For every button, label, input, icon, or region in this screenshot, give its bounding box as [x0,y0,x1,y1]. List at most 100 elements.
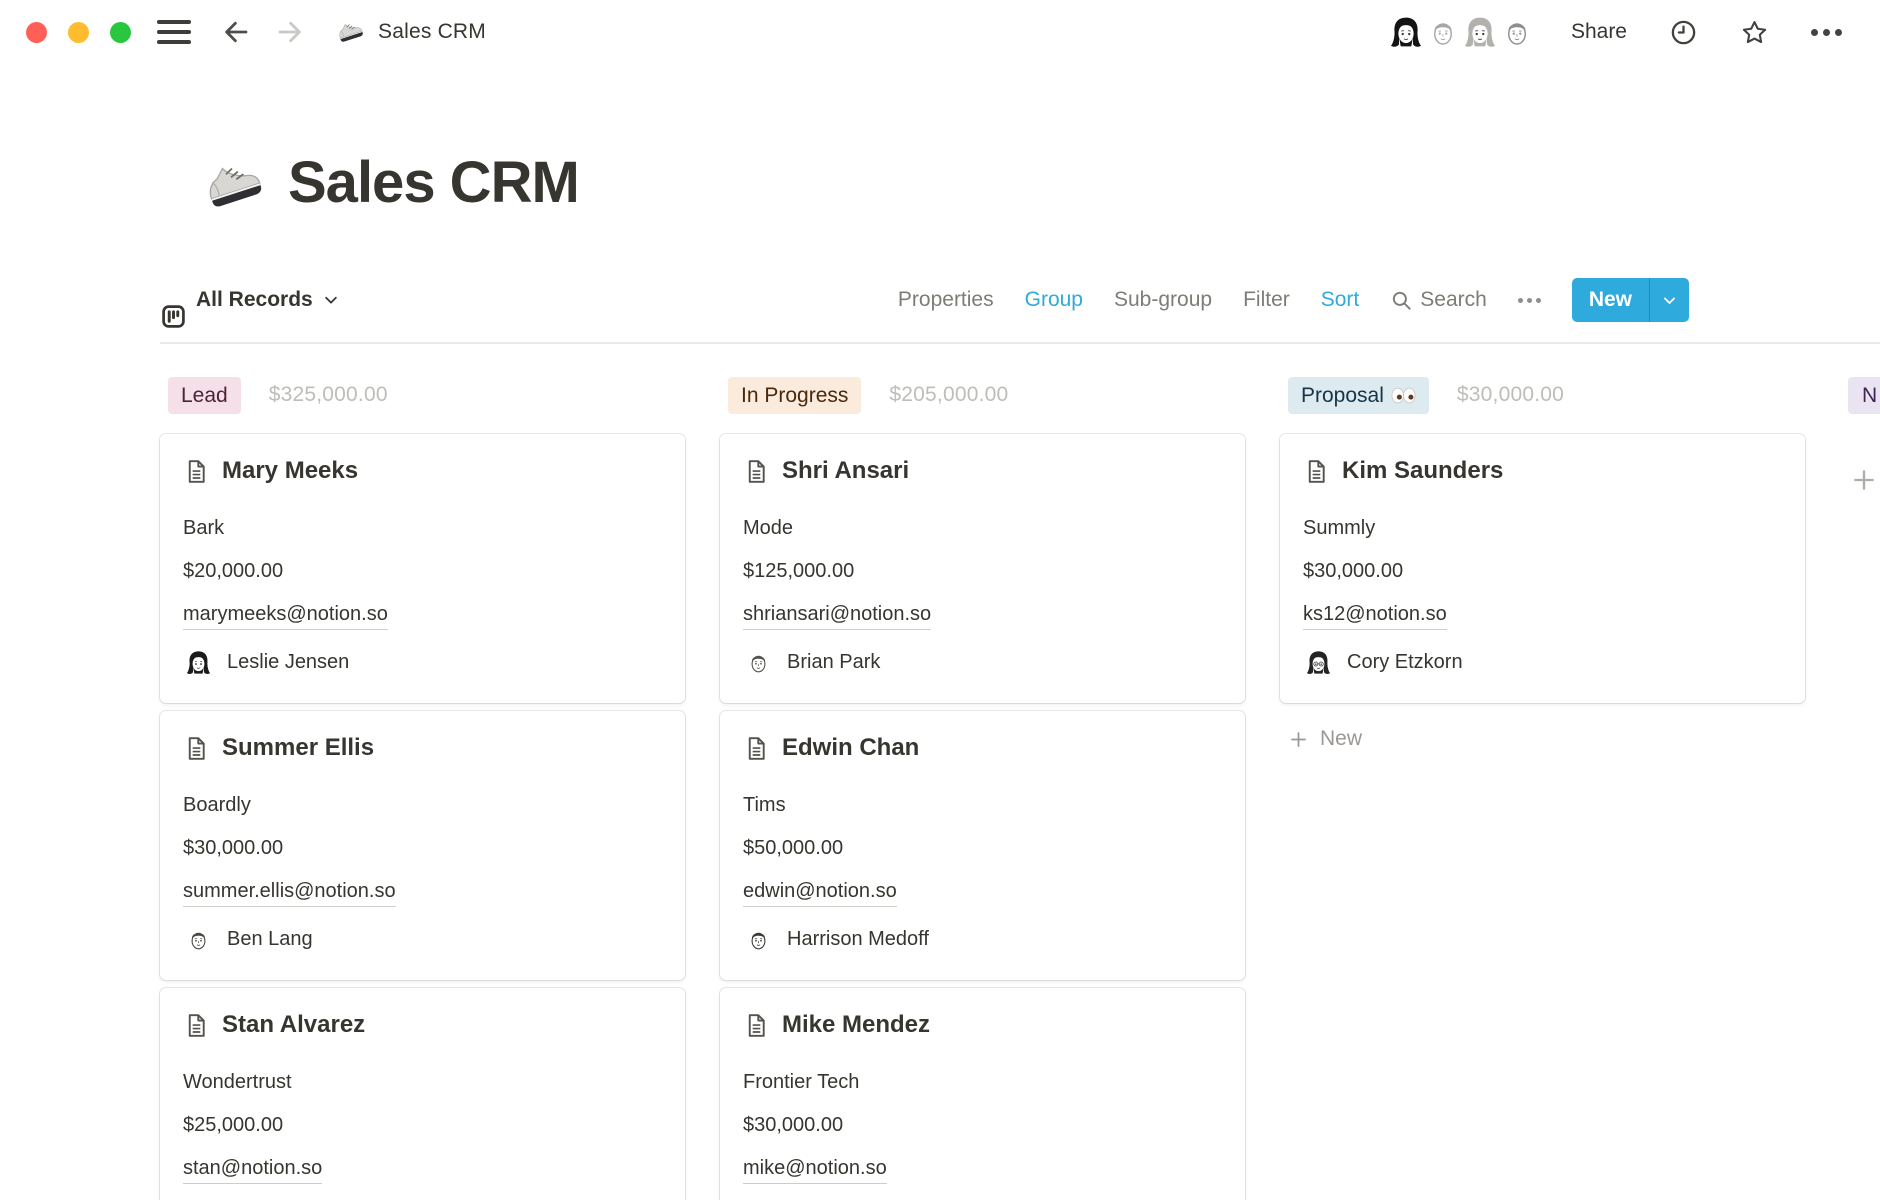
page-doc-icon [183,735,210,762]
assignee-avatar [183,647,214,678]
board-view-icon [160,303,187,330]
page-doc-icon [183,458,210,485]
new-record-button[interactable]: New [1572,278,1689,322]
subgroup-button[interactable]: Sub-group [1114,288,1212,312]
card-email-link[interactable]: marymeeks@notion.so [183,601,388,630]
card-company: Boardly [183,792,661,818]
card-amount: $125,000.00 [743,558,1221,584]
window-title: Sales CRM [378,20,486,44]
updates-clock-icon[interactable] [1669,18,1698,47]
collaborator-avatars[interactable] [1389,12,1537,52]
card-email-link[interactable]: edwin@notion.so [743,878,897,907]
new-button-label[interactable]: New [1572,278,1649,322]
sort-button[interactable]: Sort [1321,288,1360,312]
column-header: N [1840,377,1880,413]
card-name: Kim Saunders [1342,456,1503,486]
card-email-link[interactable]: mike@notion.so [743,1155,887,1184]
card-email-link[interactable]: ks12@notion.so [1303,601,1447,630]
card-amount: $30,000.00 [183,835,661,861]
search-label: Search [1420,288,1487,312]
card-amount: $50,000.00 [743,835,1221,861]
card-amount: $30,000.00 [1303,558,1781,584]
sneaker-icon[interactable] [200,152,266,218]
column-header: Proposal $30,000.00 [1280,377,1805,413]
card-name: Shri Ansari [782,456,909,486]
card-company: Mode [743,515,1221,541]
board-column-next-partial: N [1840,377,1880,499]
avatar[interactable] [1423,12,1463,52]
view-options-icon[interactable] [1518,298,1541,303]
record-card[interactable]: Mike Mendez Frontier Tech $30,000.00 mik… [720,988,1245,1200]
card-name: Edwin Chan [782,733,919,763]
window-controls [26,22,131,43]
assignee-name: Leslie Jensen [227,651,349,674]
page-title[interactable]: Sales CRM [288,148,579,218]
column-header: In Progress $205,000.00 [720,377,1245,413]
card-company: Bark [183,515,661,541]
card-company: Summly [1303,515,1781,541]
card-amount: $25,000.00 [183,1112,661,1138]
properties-button[interactable]: Properties [898,288,994,312]
page-doc-icon [743,1012,770,1039]
page-doc-icon [1303,458,1330,485]
page-header: Sales CRM [200,148,1880,218]
add-card-label: New [1320,727,1362,751]
record-card[interactable]: Kim Saunders Summly $30,000.00 ks12@noti… [1280,434,1805,703]
card-email-link[interactable]: stan@notion.so [183,1155,322,1184]
group-button[interactable]: Group [1025,288,1083,312]
card-email-link[interactable]: shriansari@notion.so [743,601,931,630]
assignee-name: Brian Park [787,651,880,674]
status-badge[interactable]: N [1848,377,1880,414]
add-card-plus-icon[interactable] [1850,466,1878,494]
assignee-name: Ben Lang [227,928,313,951]
record-card[interactable]: Stan Alvarez Wondertrust $25,000.00 stan… [160,988,685,1200]
status-badge[interactable]: Lead [168,377,241,414]
card-amount: $30,000.00 [743,1112,1221,1138]
view-name: All Records [196,288,313,312]
avatar[interactable] [1460,12,1500,52]
record-card[interactable]: Edwin Chan Tims $50,000.00 edwin@notion.… [720,711,1245,980]
board-column-in-progress: In Progress $205,000.00 Shri Ansari Mode… [720,377,1245,1200]
card-name: Mary Meeks [222,456,358,486]
page-doc-icon [183,1012,210,1039]
column-sum: $205,000.00 [889,383,1008,407]
back-arrow-icon[interactable] [221,17,251,47]
page-favicon-sneaker-icon [335,17,365,47]
new-button-dropdown[interactable] [1649,278,1689,322]
window-titlebar: Sales CRM Share [0,0,1880,64]
status-badge[interactable]: In Progress [728,377,861,414]
add-card-button[interactable]: New [1280,727,1805,751]
eyes-icon [1391,387,1416,404]
search-button[interactable]: Search [1390,288,1487,312]
chevron-down-icon [1661,292,1678,309]
card-name: Mike Mendez [782,1010,930,1040]
card-email-link[interactable]: summer.ellis@notion.so [183,878,396,907]
record-card[interactable]: Shri Ansari Mode $125,000.00 shriansari@… [720,434,1245,703]
toolbar-divider [160,342,1880,344]
card-amount: $20,000.00 [183,558,661,584]
record-card[interactable]: Mary Meeks Bark $20,000.00 marymeeks@not… [160,434,685,703]
view-switcher[interactable]: All Records [200,270,340,330]
board-column-lead: Lead $325,000.00 Mary Meeks Bark $20,000… [160,377,685,1200]
close-window-button[interactable] [26,22,47,43]
avatar[interactable] [1497,12,1537,52]
card-name: Stan Alvarez [222,1010,365,1040]
filter-button[interactable]: Filter [1243,288,1290,312]
minimize-window-button[interactable] [68,22,89,43]
card-company: Frontier Tech [743,1069,1221,1095]
zoom-window-button[interactable] [110,22,131,43]
more-menu-icon[interactable] [1811,29,1842,36]
search-icon [1390,289,1413,312]
favorite-star-icon[interactable] [1740,18,1769,47]
chevron-down-icon [322,291,340,309]
status-label: Proposal [1301,385,1384,406]
sidebar-menu-icon[interactable] [157,20,191,44]
assignee-name: Harrison Medoff [787,928,929,951]
share-button[interactable]: Share [1571,20,1627,44]
avatar[interactable] [1386,12,1426,52]
column-header: Lead $325,000.00 [160,377,685,413]
record-card[interactable]: Summer Ellis Boardly $30,000.00 summer.e… [160,711,685,980]
status-badge[interactable]: Proposal [1288,377,1429,414]
page-doc-icon [743,458,770,485]
card-company: Tims [743,792,1221,818]
